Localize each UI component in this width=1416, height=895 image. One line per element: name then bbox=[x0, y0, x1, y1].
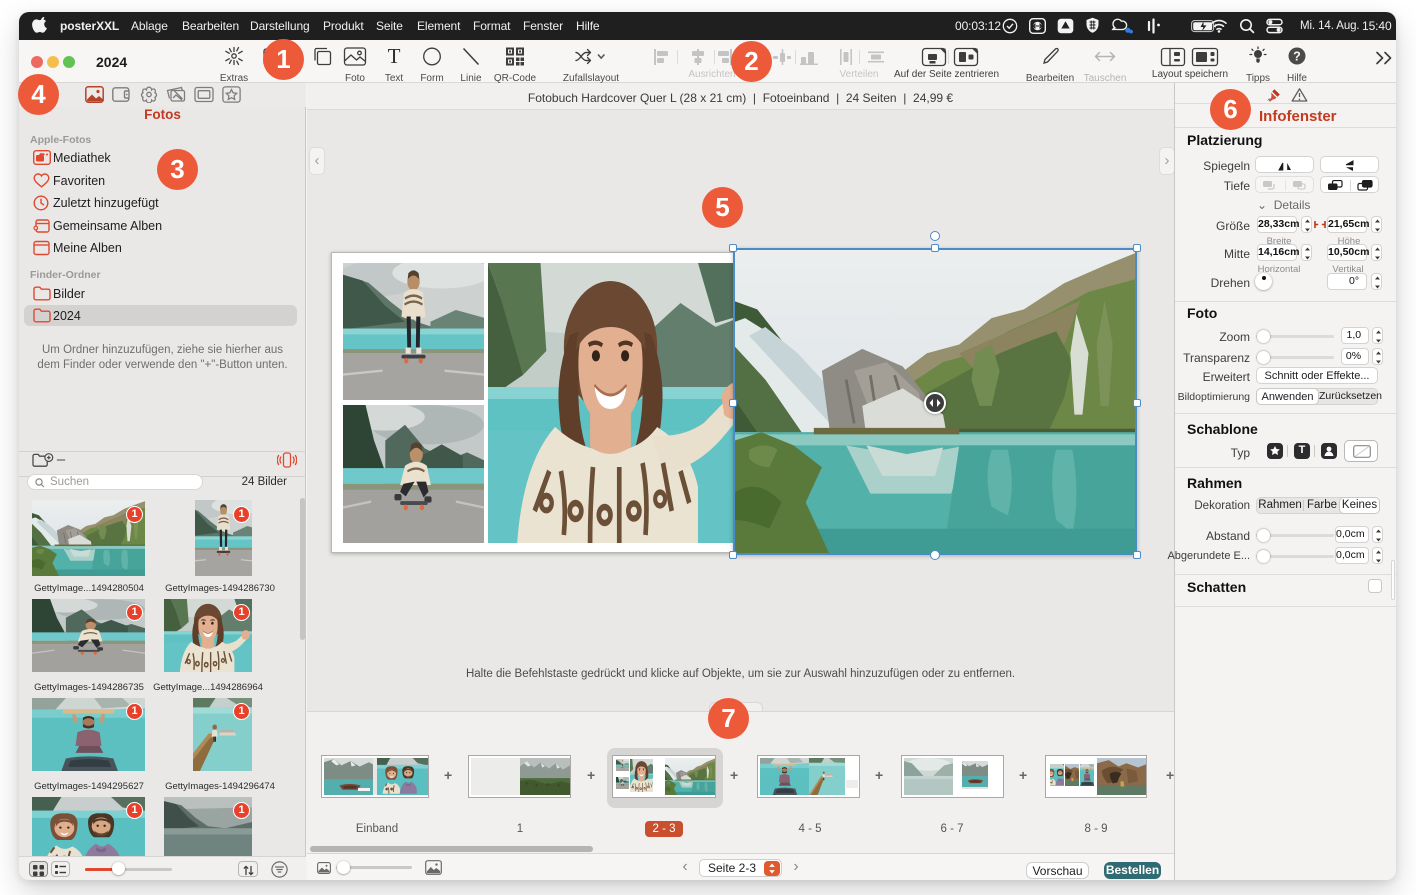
svg-text:?: ? bbox=[1293, 49, 1301, 63]
svg-text:T: T bbox=[388, 46, 401, 67]
